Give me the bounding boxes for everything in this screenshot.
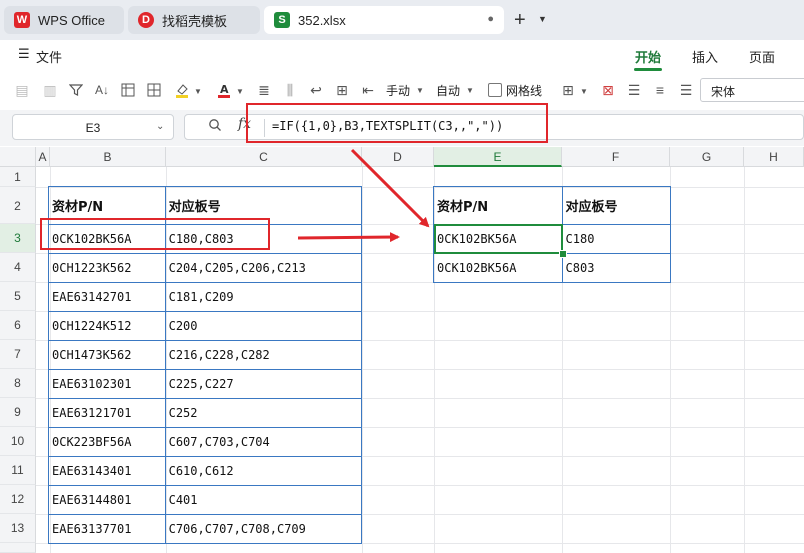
arrow-formula-to-result xyxy=(350,148,430,228)
arrow-row-to-result xyxy=(297,232,400,243)
annotation-arrows xyxy=(297,148,430,243)
